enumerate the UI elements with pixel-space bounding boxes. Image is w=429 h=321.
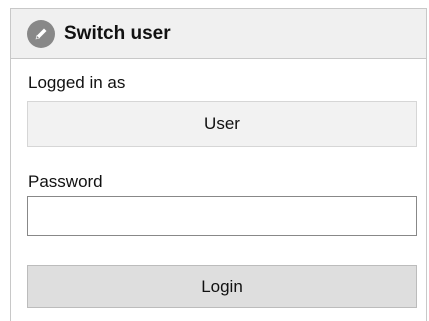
panel-header: Switch user bbox=[11, 9, 426, 59]
password-input[interactable] bbox=[27, 196, 417, 236]
pencil-icon bbox=[27, 19, 55, 48]
login-button[interactable]: Login bbox=[27, 265, 417, 308]
logged-in-label: Logged in as bbox=[28, 73, 126, 92]
current-user-field: User bbox=[27, 101, 417, 147]
panel-title: Switch user bbox=[64, 22, 171, 44]
password-label: Password bbox=[28, 172, 103, 191]
switch-user-panel: Switch user Logged in as User Password L… bbox=[10, 8, 427, 321]
